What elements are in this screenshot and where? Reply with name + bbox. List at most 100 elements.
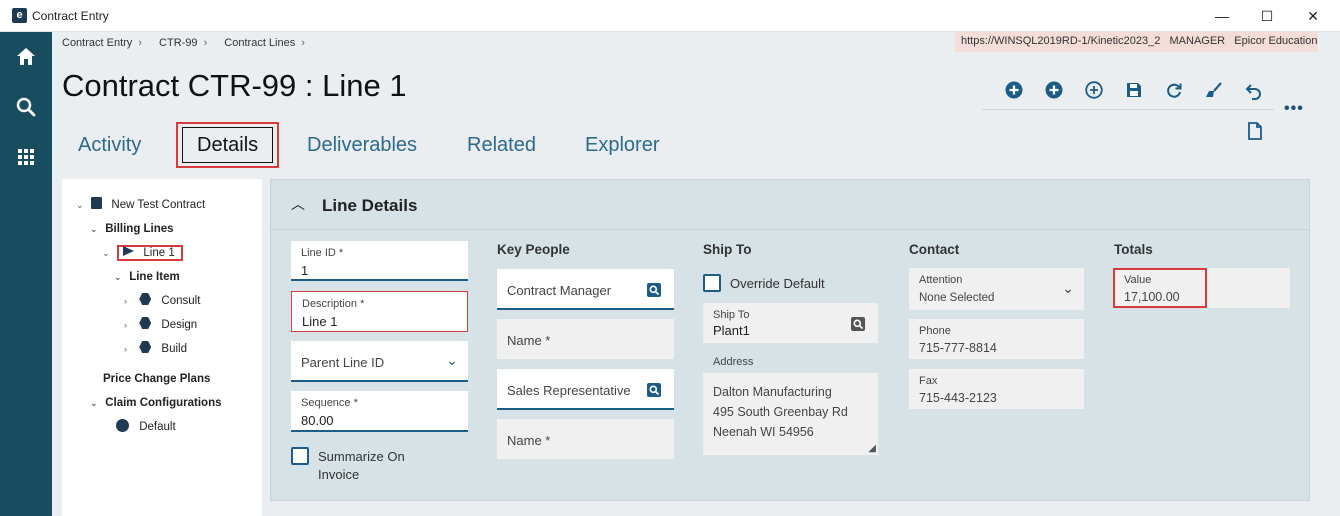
maximize-button[interactable]: ☐ — [1257, 6, 1277, 26]
address-line: Dalton Manufacturing — [713, 385, 832, 399]
sequence-field[interactable]: Sequence * 80.00 — [291, 391, 468, 432]
chevron-down-icon[interactable]: ⌄ — [1062, 280, 1074, 297]
field-placeholder: Name * — [507, 433, 551, 448]
tree-node-line-1[interactable]: ⌄ Line 1 — [102, 244, 183, 262]
tab-deliverables[interactable]: Deliverables — [307, 124, 417, 166]
ship-to-field[interactable]: Ship To Plant1 — [703, 303, 878, 343]
tree-node-consult[interactable]: › Consult — [124, 292, 200, 310]
field-value: Line 1 — [302, 314, 338, 329]
address-textarea[interactable]: Dalton Manufacturing 495 South Greenbay … — [703, 373, 878, 455]
address-line: 495 South Greenbay Rd — [713, 405, 848, 419]
field-value: 1 — [301, 263, 309, 278]
tree-node-label: Default — [139, 421, 176, 433]
sales-rep-search[interactable]: Sales Representative — [497, 369, 674, 410]
main-content: Contract Entry › CTR-99 › Contract Lines › … — [52, 32, 1340, 516]
refresh-icon[interactable] — [1163, 79, 1185, 101]
field-value: 715-443-2123 — [919, 391, 997, 405]
totals-heading: Totals — [1114, 242, 1153, 257]
close-button[interactable]: ✕ — [1303, 6, 1323, 26]
tree-node-build[interactable]: › Build — [124, 340, 187, 358]
summarize-checkbox[interactable] — [291, 447, 309, 465]
chevron-down-icon[interactable]: ⌄ — [90, 394, 102, 412]
undo-icon[interactable] — [1243, 79, 1265, 101]
home-icon[interactable] — [14, 45, 38, 69]
field-label: Value — [1124, 274, 1152, 286]
document-icon[interactable] — [1244, 120, 1266, 142]
chevron-down-icon[interactable]: ⌄ — [114, 268, 126, 286]
add-circle-icon[interactable] — [1003, 79, 1025, 101]
contract-tree: ⌄ New Test Contract ⌄ Billing Lines ⌄ Li… — [62, 179, 262, 516]
hexagon-icon — [139, 317, 152, 329]
config-circle-icon — [116, 419, 129, 432]
tree-node-label: Price Change Plans — [103, 373, 211, 385]
override-default-label: Override Default — [730, 276, 825, 291]
title-bar: e Contract Entry — ☐ ✕ — [0, 0, 1340, 32]
tree-node-billing-lines[interactable]: ⌄ Billing Lines — [90, 220, 174, 238]
environment-company: Epicor Education — [1234, 35, 1318, 47]
save-icon[interactable] — [1123, 79, 1145, 101]
tree-node-label: Billing Lines — [105, 223, 174, 235]
chevron-down-icon[interactable]: ⌄ — [90, 220, 102, 238]
tab-explorer[interactable]: Explorer — [585, 124, 659, 166]
search-icon[interactable] — [646, 282, 662, 298]
phone-field[interactable]: Phone 715-777-8814 — [909, 319, 1084, 359]
tree-node-default[interactable]: Default — [116, 418, 176, 436]
parent-line-id-select[interactable]: Parent Line ID ⌄ — [291, 341, 468, 382]
tab-related[interactable]: Related — [467, 124, 536, 166]
address-line: Neenah WI 54956 — [713, 425, 814, 439]
field-placeholder: Sales Representative — [507, 383, 631, 398]
address-lines: Dalton Manufacturing 495 South Greenbay … — [713, 382, 848, 442]
description-field[interactable]: Description * Line 1 — [291, 291, 468, 332]
chevron-right-icon[interactable]: › — [124, 316, 136, 334]
tree-node-price-change-plans[interactable]: Price Change Plans — [103, 370, 210, 388]
tree-node-claim-configurations[interactable]: ⌄ Claim Configurations — [90, 394, 221, 412]
chevron-down-icon[interactable]: ⌄ — [446, 352, 458, 369]
fax-field[interactable]: Fax 715-443-2123 — [909, 369, 1084, 409]
tree-node-line-item[interactable]: ⌄ Line Item — [114, 268, 180, 286]
chevron-down-icon[interactable]: ⌄ — [102, 244, 114, 262]
clear-icon[interactable] — [1203, 79, 1225, 101]
more-options-icon[interactable]: ••• — [1284, 100, 1304, 118]
chevron-right-icon[interactable]: › — [124, 292, 136, 310]
breadcrumb-separator: › — [203, 37, 208, 49]
chevron-right-icon[interactable]: › — [124, 340, 136, 358]
breadcrumb-item[interactable]: Contract Lines — [224, 37, 295, 49]
key-people-heading: Key People — [497, 242, 570, 257]
add-circle-icon[interactable] — [1043, 79, 1065, 101]
field-placeholder: Parent Line ID — [301, 355, 385, 370]
breadcrumb-item[interactable]: Contract Entry — [62, 37, 132, 49]
search-icon[interactable] — [14, 95, 38, 119]
search-icon[interactable] — [850, 316, 866, 332]
field-value: 80.00 — [301, 413, 334, 428]
chevron-up-icon[interactable]: ︿ — [291, 194, 305, 214]
line-details-panel: ︿ Line Details Line ID * 1 Description *… — [270, 179, 1310, 501]
override-default-checkbox[interactable] — [703, 274, 721, 292]
tree-node-label: Design — [161, 319, 198, 331]
search-icon[interactable] — [646, 382, 662, 398]
apps-grid-icon[interactable] — [14, 145, 38, 169]
chevron-down-icon[interactable]: ⌄ — [76, 196, 88, 214]
tab-details[interactable]: Details — [176, 122, 280, 168]
tree-node-design[interactable]: › Design — [124, 316, 197, 334]
add-outline-icon[interactable] — [1083, 79, 1105, 101]
tree-node-label: Line Item — [129, 271, 180, 283]
toolbar — [982, 76, 1274, 110]
panel-header[interactable]: ︿ Line Details — [271, 180, 1309, 230]
contract-manager-name-field[interactable]: Name * — [497, 319, 674, 359]
field-placeholder: Contract Manager — [507, 283, 612, 298]
field-label: Attention — [919, 274, 963, 286]
tab-activity[interactable]: Activity — [78, 124, 141, 166]
nav-rail — [0, 32, 52, 516]
tree-node-root[interactable]: ⌄ New Test Contract — [76, 196, 205, 214]
tree-node-highlight: Line 1 — [117, 245, 183, 261]
field-value: 715-777-8814 — [919, 341, 997, 355]
contract-manager-search[interactable]: Contract Manager — [497, 269, 674, 310]
attention-select[interactable]: Attention None Selected ⌄ — [909, 268, 1084, 310]
window-title: Contract Entry — [32, 9, 109, 23]
line-id-field[interactable]: Line ID * 1 — [291, 241, 468, 281]
panel-title: Line Details — [322, 196, 418, 215]
resize-handle-icon[interactable]: ◢ — [868, 443, 876, 454]
sales-rep-name-field[interactable]: Name * — [497, 419, 674, 459]
breadcrumb-item[interactable]: CTR-99 — [159, 37, 198, 49]
minimize-button[interactable]: — — [1212, 6, 1232, 26]
